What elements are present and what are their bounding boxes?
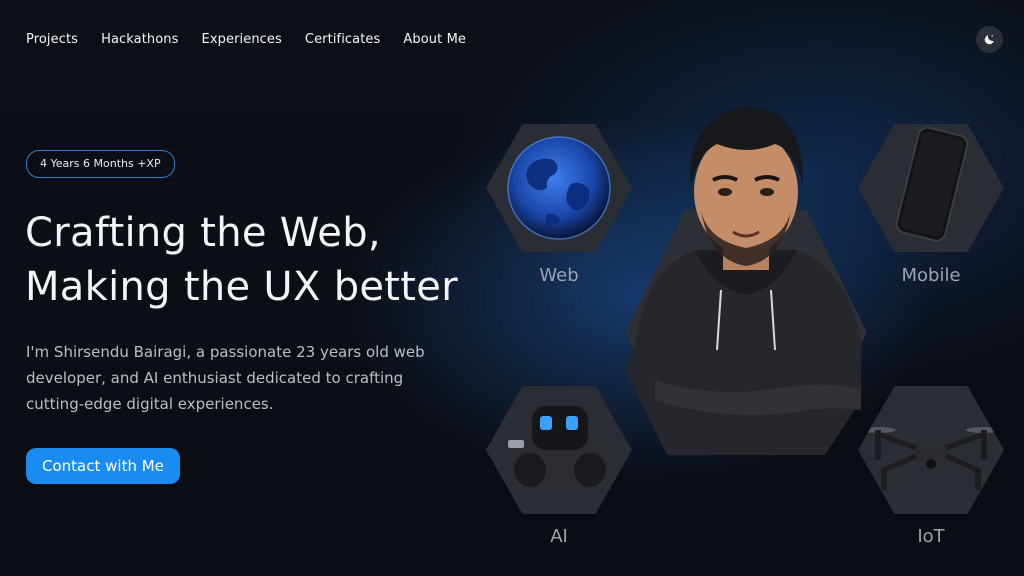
ai-hex-card — [486, 386, 632, 514]
skill-label-mobile: Mobile — [901, 265, 961, 286]
hero-title-line-1: Crafting the Web, — [25, 210, 381, 256]
intro-text: I'm Shirsendu Bairagi, a passionate 23 y… — [26, 343, 425, 413]
theme-toggle-button[interactable] — [976, 26, 1003, 53]
robot-icon — [508, 406, 606, 487]
experience-badge: 4 Years 6 Months +XP — [26, 150, 175, 178]
globe-icon — [507, 136, 611, 240]
nav-item-about-me[interactable]: About Me — [403, 32, 466, 47]
drone-icon — [860, 427, 1002, 490]
nav-item-projects[interactable]: Projects — [26, 32, 78, 47]
iot-hex-card — [858, 386, 1004, 514]
contact-button[interactable]: Contact with Me — [26, 448, 180, 484]
hero-title: Crafting the Web, Making the UX better — [25, 206, 458, 314]
hero-title-line-2: Making the UX better — [25, 264, 458, 310]
mobile-hex-card — [858, 124, 1004, 252]
skill-label-web: Web — [539, 265, 579, 286]
profile-portrait — [625, 100, 867, 455]
person-photo — [625, 106, 861, 455]
nav-item-experiences[interactable]: Experiences — [202, 32, 282, 47]
main-nav: Projects Hackathons Experiences Certific… — [26, 32, 466, 47]
nav-item-certificates[interactable]: Certificates — [305, 32, 381, 47]
web-hex-card — [486, 124, 632, 252]
moon-icon — [984, 35, 994, 45]
skill-label-iot: IoT — [917, 526, 945, 547]
skill-label-ai: AI — [550, 526, 568, 547]
nav-item-hackathons[interactable]: Hackathons — [101, 32, 178, 47]
smartphone-icon — [895, 126, 969, 242]
